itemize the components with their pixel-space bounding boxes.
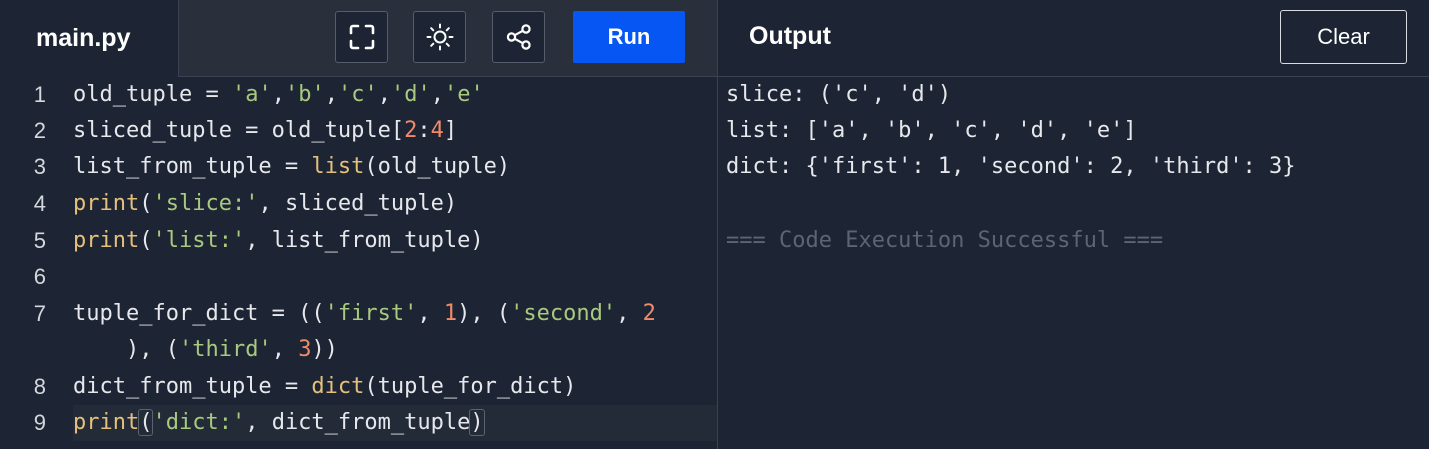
line-number: 2 bbox=[33, 118, 46, 143]
editor-toolbar: Run bbox=[178, 0, 717, 77]
code-text: tuple_for_dict = (('first', 1), ('second… bbox=[73, 296, 717, 332]
line-number: 5 bbox=[33, 228, 46, 253]
code-token: ( bbox=[139, 228, 153, 253]
output-console: slice: ('c', 'd') list: ['a', 'b', 'c', '… bbox=[717, 77, 1429, 449]
code-token: tuple_for_dict = (( bbox=[73, 301, 325, 326]
code-token: 'second' bbox=[510, 301, 617, 326]
code-token: , bbox=[271, 337, 299, 362]
code-token: print bbox=[73, 228, 140, 253]
code-token: old_tuple = bbox=[73, 82, 232, 107]
line-number: 1 bbox=[33, 82, 46, 107]
code-token: (old_tuple) bbox=[364, 154, 511, 179]
code-token: , bbox=[430, 82, 444, 107]
code-token: dict bbox=[311, 374, 365, 399]
code-line[interactable]: 5 print('list:', list_from_tuple) bbox=[0, 223, 717, 259]
clear-button[interactable]: Clear bbox=[1280, 10, 1407, 64]
share-button[interactable] bbox=[492, 11, 545, 63]
code-line[interactable]: 4 print('slice:', sliced_tuple) bbox=[0, 186, 717, 222]
code-token: , dict_from_tuple bbox=[245, 410, 471, 435]
file-tab-label: main.py bbox=[36, 24, 131, 52]
code-line[interactable]: 7 tuple_for_dict = (('first', 1), ('secon… bbox=[0, 296, 717, 332]
code-token: , bbox=[271, 82, 285, 107]
code-token: , list_from_tuple) bbox=[245, 228, 484, 253]
code-token: dict_from_tuple = bbox=[73, 374, 312, 399]
clear-button-label: Clear bbox=[1317, 24, 1370, 49]
code-token: 3 bbox=[298, 337, 312, 362]
code-token: 'a' bbox=[231, 82, 272, 107]
output-line: dict: {'first': 1, 'second': 2, 'third':… bbox=[726, 154, 1296, 179]
code-token: 2 bbox=[404, 118, 418, 143]
line-number: 7 bbox=[33, 301, 46, 326]
code-line[interactable]: 2 sliced_tuple = old_tuple[2:4] bbox=[0, 113, 717, 149]
code-token: ) bbox=[469, 409, 485, 436]
code-token: 'dict:' bbox=[152, 410, 246, 435]
line-number: 3 bbox=[33, 154, 46, 179]
code-token: list_from_tuple = bbox=[73, 154, 312, 179]
code-text: print('list:', list_from_tuple) bbox=[73, 223, 717, 259]
code-token: (tuple_for_dict) bbox=[364, 374, 577, 399]
sun-icon bbox=[426, 23, 453, 51]
code-token: , bbox=[417, 301, 444, 326]
code-token: ), ( bbox=[73, 337, 179, 362]
code-token: , bbox=[616, 301, 643, 326]
code-token: ] bbox=[443, 118, 458, 143]
code-token: sliced_tuple = old_tuple[ bbox=[73, 118, 405, 143]
fullscreen-icon bbox=[349, 24, 374, 50]
code-text: sliced_tuple = old_tuple[2:4] bbox=[73, 113, 717, 149]
code-token: ), ( bbox=[457, 301, 511, 326]
code-token: ( bbox=[139, 191, 153, 216]
code-token: print bbox=[73, 191, 140, 216]
code-token: 4 bbox=[430, 118, 444, 143]
code-line[interactable]: 9 print('dict:', dict_from_tuple) bbox=[0, 405, 717, 441]
code-token: )) bbox=[311, 337, 338, 362]
code-token: 'c' bbox=[337, 82, 378, 107]
code-token: , bbox=[324, 82, 338, 107]
code-text: print('dict:', dict_from_tuple) bbox=[73, 405, 717, 441]
code-token: 'e' bbox=[443, 82, 484, 107]
top-bar: main.py Run Output Clear bbox=[0, 0, 1429, 77]
code-token: 'first' bbox=[324, 301, 418, 326]
output-title: Output bbox=[749, 22, 831, 50]
code-token: : bbox=[417, 118, 431, 143]
code-token: 'third' bbox=[178, 337, 272, 362]
output-line: list: ['a', 'b', 'c', 'd', 'e'] bbox=[726, 118, 1137, 143]
line-number: 6 bbox=[33, 264, 46, 289]
code-text: ), ('third', 3)) bbox=[73, 332, 717, 368]
code-text: old_tuple = 'a','b','c','d','e' bbox=[73, 77, 717, 113]
code-token: , sliced_tuple) bbox=[258, 191, 458, 216]
code-line[interactable]: ), ('third', 3)) bbox=[0, 332, 717, 368]
code-line[interactable]: 1 old_tuple = 'a','b','c','d','e' bbox=[0, 77, 717, 113]
output-line: slice: ('c', 'd') bbox=[726, 82, 952, 107]
code-line[interactable]: 8 dict_from_tuple = dict(tuple_for_dict) bbox=[0, 369, 717, 405]
output-header: Output Clear bbox=[717, 0, 1429, 77]
line-number: 4 bbox=[33, 191, 46, 216]
code-token: 2 bbox=[642, 301, 656, 326]
code-editor[interactable]: 1 old_tuple = 'a','b','c','d','e' 2 sliced_… bbox=[0, 77, 717, 449]
fullscreen-button[interactable] bbox=[335, 11, 388, 63]
run-button-label: Run bbox=[607, 24, 651, 49]
share-icon bbox=[506, 24, 531, 50]
code-token: 'list:' bbox=[152, 228, 246, 253]
line-number: 9 bbox=[33, 410, 46, 435]
file-tab-main-py[interactable]: main.py bbox=[0, 0, 178, 77]
code-text: dict_from_tuple = dict(tuple_for_dict) bbox=[73, 369, 717, 405]
code-token: 'slice:' bbox=[152, 191, 259, 216]
code-line[interactable]: 3 list_from_tuple = list(old_tuple) bbox=[0, 149, 717, 185]
run-button[interactable]: Run bbox=[573, 11, 685, 63]
code-text: list_from_tuple = list(old_tuple) bbox=[73, 149, 717, 185]
execution-status: === Code Execution Successful === bbox=[726, 228, 1164, 253]
code-token: 'd' bbox=[390, 82, 431, 107]
code-token: 1 bbox=[443, 301, 458, 326]
code-token: ( bbox=[138, 409, 154, 436]
code-text: print('slice:', sliced_tuple) bbox=[73, 186, 717, 222]
code-token: 'b' bbox=[284, 82, 325, 107]
code-line[interactable]: 6 bbox=[0, 259, 717, 295]
code-token: , bbox=[377, 82, 391, 107]
code-token: list bbox=[311, 154, 365, 179]
theme-toggle-button[interactable] bbox=[413, 11, 466, 63]
line-number: 8 bbox=[33, 374, 46, 399]
code-token: print bbox=[73, 410, 140, 435]
